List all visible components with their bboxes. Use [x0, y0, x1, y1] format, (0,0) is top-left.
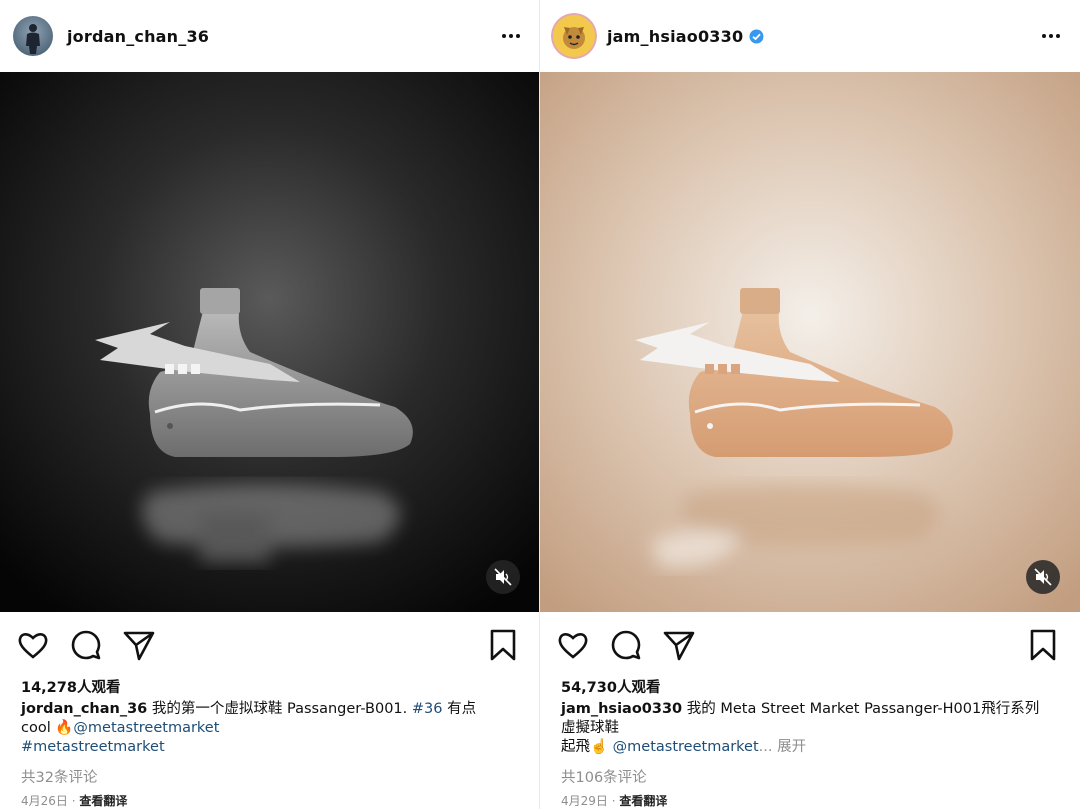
post-card-jordan: jordan_chan_36 14,278人观看 jordan_chan_36 …	[0, 0, 540, 809]
post-date: 4月26日	[21, 794, 68, 808]
post-header: jordan_chan_36	[0, 0, 540, 72]
translate-link[interactable]: 查看翻译	[619, 794, 667, 808]
caption-text: 我的第一个虚拟球鞋 Passanger-B001.	[151, 701, 408, 717]
username[interactable]: jordan_chan_36	[67, 27, 209, 46]
action-bar	[0, 624, 540, 664]
post-video[interactable]	[540, 72, 1080, 612]
post-video[interactable]	[0, 72, 540, 612]
post-date: 4月29日	[561, 794, 608, 808]
avatar[interactable]	[13, 16, 53, 56]
more-icon[interactable]	[500, 27, 522, 45]
caption-text: 我的 Meta Street Market Passanger-H001飛行系列	[686, 701, 1040, 717]
caption-text-3: cool	[21, 720, 51, 736]
caption: jordan_chan_36 我的第一个虚拟球鞋 Passanger-B001.…	[21, 700, 521, 757]
view-count: 54,730人观看	[561, 680, 661, 696]
separator: ·	[71, 794, 76, 808]
more-icon[interactable]	[1040, 27, 1062, 45]
action-bar	[540, 624, 1080, 664]
mute-icon[interactable]	[1026, 560, 1060, 594]
avatar[interactable]	[551, 13, 597, 59]
pointing-emoji: ☝️	[590, 739, 609, 755]
verified-badge-icon	[749, 29, 764, 44]
post-card-jam: jam_hsiao0330 54,730人观看 jam_hsiao0330 我的…	[540, 0, 1080, 809]
hashtag-link[interactable]: #36	[412, 701, 443, 717]
date-row: 4月29日 · 查看翻译	[561, 792, 667, 809]
mention-link[interactable]: @metastreetmarket	[613, 739, 759, 755]
bookmark-icon[interactable]	[1026, 628, 1060, 662]
post-header: jam_hsiao0330	[540, 0, 1080, 72]
comment-icon[interactable]	[609, 628, 643, 662]
expand-link[interactable]: 展开	[777, 739, 806, 755]
share-icon[interactable]	[122, 628, 156, 662]
heart-icon[interactable]	[556, 628, 590, 662]
comment-icon[interactable]	[69, 628, 103, 662]
caption-text-2: 有点	[447, 701, 477, 717]
username[interactable]: jam_hsiao0330	[607, 27, 743, 46]
heart-icon[interactable]	[16, 628, 50, 662]
share-icon[interactable]	[662, 628, 696, 662]
caption-text-3: 起飛	[561, 739, 590, 755]
view-comments-link[interactable]: 共32条评论	[21, 766, 97, 787]
hashtag-link-2[interactable]: #metastreetmarket	[21, 739, 165, 755]
caption-text-2: 虛擬球鞋	[561, 720, 619, 736]
view-comments-link[interactable]: 共106条评论	[561, 766, 647, 787]
bookmark-icon[interactable]	[486, 628, 520, 662]
caption-username[interactable]: jam_hsiao0330	[561, 701, 682, 717]
caption: jam_hsiao0330 我的 Meta Street Market Pass…	[561, 700, 1061, 757]
ellipsis: ...	[758, 739, 773, 755]
date-row: 4月26日 · 查看翻译	[21, 792, 127, 809]
caption-username[interactable]: jordan_chan_36	[21, 701, 147, 717]
separator: ·	[611, 794, 616, 808]
fire-emoji: 🔥	[55, 720, 74, 736]
mention-link[interactable]: @metastreetmarket	[73, 720, 219, 736]
translate-link[interactable]: 查看翻译	[79, 794, 127, 808]
mute-icon[interactable]	[486, 560, 520, 594]
view-count: 14,278人观看	[21, 680, 121, 696]
